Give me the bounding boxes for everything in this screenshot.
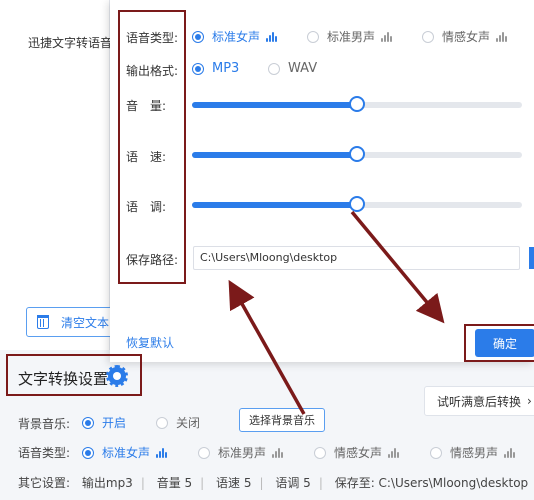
- annotation-arrows: [228, 210, 445, 415]
- arrow-to-confirm: [350, 210, 445, 324]
- arrow-to-labels: [228, 279, 306, 415]
